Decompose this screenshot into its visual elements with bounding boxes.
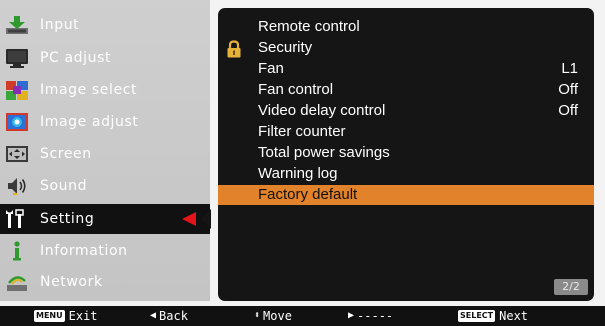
sidebar-item-label: Sound [40, 178, 88, 194]
move-hint: ⬍ Move [254, 306, 292, 326]
menu-item-security[interactable]: Security [218, 38, 594, 58]
menu-item-total-power-savings[interactable]: Total power savings [218, 143, 594, 163]
menu-item-fan-control[interactable]: Fan control Off [218, 80, 594, 100]
sidebar-item-network[interactable]: Network [0, 267, 210, 297]
sidebar-item-input[interactable]: Input [0, 10, 210, 40]
sidebar-item-setting[interactable]: Setting [0, 204, 211, 234]
lock-icon [226, 40, 242, 58]
right-hint-label: ----- [357, 309, 394, 323]
sidebar-item-pc-adjust[interactable]: PC adjust [0, 43, 210, 73]
active-item-pointer [201, 209, 211, 229]
sidebar-item-sound[interactable]: Sound [0, 171, 210, 201]
menu-item-video-delay-control[interactable]: Video delay control Off [218, 101, 594, 121]
sidebar-item-image-adjust[interactable]: Image adjust [0, 107, 210, 137]
arrow-up-down-icon: ⬍ [254, 310, 261, 321]
next-hint-label: Next [499, 309, 529, 323]
back-hint-label: Back [159, 309, 188, 323]
menu-item-remote-control[interactable]: Remote control [218, 17, 594, 37]
setting-icon [2, 207, 32, 231]
sidebar-item-screen[interactable]: Screen [0, 139, 210, 169]
sidebar-item-label: Screen [40, 146, 92, 162]
sidebar-item-label: Image select [40, 82, 138, 98]
menu-item-label: Remote control [258, 18, 360, 35]
sidebar-item-label: Image adjust [40, 114, 139, 130]
menu-key-icon: MENU [34, 310, 65, 322]
projector-osd-menu: Input PC adjust Image select Image adjus… [0, 0, 605, 326]
exit-hint[interactable]: MENU Exit [34, 306, 98, 326]
menu-item-value: Off [558, 81, 578, 98]
arrow-left-icon: ◀ [150, 310, 157, 321]
page-indicator: 2/2 [554, 279, 588, 295]
menu-item-label: Filter counter [258, 123, 346, 140]
menu-item-warning-log[interactable]: Warning log [218, 164, 594, 184]
sidebar-item-label: Network [40, 274, 103, 290]
menu-item-label: Factory default [258, 186, 358, 203]
next-hint[interactable]: SELECT Next [458, 306, 528, 326]
screen-icon [2, 142, 32, 166]
sidebar-item-label: PC adjust [40, 50, 112, 66]
network-icon [2, 270, 32, 294]
menu-item-label: Total power savings [258, 144, 390, 161]
right-hint: ▶ ----- [348, 306, 393, 326]
menu-item-label: Fan control [258, 81, 334, 98]
menu-item-fan[interactable]: Fan L1 [218, 59, 594, 79]
input-icon [2, 13, 32, 37]
menu-item-label: Video delay control [258, 102, 386, 119]
menu-item-label: Fan [258, 60, 284, 77]
arrow-right-icon: ▶ [348, 310, 355, 321]
sidebar-item-label: Setting [40, 211, 95, 227]
menu-item-factory-default[interactable]: Factory default [218, 185, 594, 205]
back-hint[interactable]: ◀ Back [150, 306, 188, 326]
sidebar-item-label: Input [40, 17, 80, 33]
menu-item-value: Off [558, 102, 578, 119]
main-menu-sidebar: Input PC adjust Image select Image adjus… [0, 0, 211, 301]
image-select-icon [2, 78, 32, 102]
move-hint-label: Move [263, 309, 292, 323]
menu-item-label: Warning log [258, 165, 338, 182]
sidebar-item-information[interactable]: Information [0, 236, 210, 266]
sidebar-item-image-select[interactable]: Image select [0, 75, 210, 105]
menu-item-value: L1 [561, 60, 578, 77]
setting-submenu-panel: Remote control Security Fan L1 Fan contr… [218, 8, 594, 301]
select-key-icon: SELECT [458, 310, 496, 322]
image-adjust-icon [2, 110, 32, 134]
pc-adjust-icon [2, 46, 32, 70]
sidebar-item-label: Information [40, 243, 128, 259]
sound-icon [2, 174, 32, 198]
active-item-arrow-icon [182, 212, 196, 226]
exit-hint-label: Exit [68, 309, 98, 323]
menu-item-label: Security [258, 39, 313, 56]
information-icon [2, 239, 32, 263]
menu-item-filter-counter[interactable]: Filter counter [218, 122, 594, 142]
bottom-help-bar: MENU Exit ◀ Back ⬍ Move ▶ ----- SELECT N… [0, 306, 605, 326]
